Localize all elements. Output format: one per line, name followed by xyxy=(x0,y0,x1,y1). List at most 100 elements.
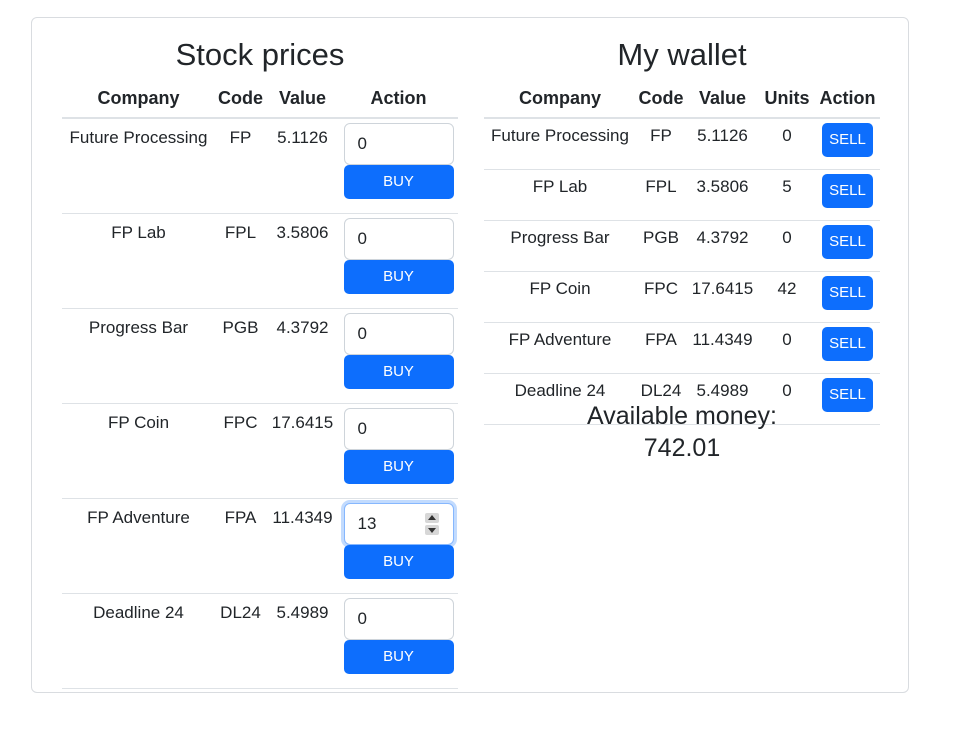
table-row: FP Coin FPC 17.6415 0 BUY xyxy=(62,403,458,499)
table-row: FP Adventure FPA 11.4349 0 SELL xyxy=(484,322,880,374)
value-cell: 11.4349 xyxy=(686,322,759,374)
column-header-company: Company xyxy=(484,80,636,119)
column-header-action: Action xyxy=(339,80,458,119)
code-cell: FPC xyxy=(636,271,686,323)
action-cell: 0 BUY xyxy=(339,213,458,309)
table-row: FP Lab FPL 3.5806 0 BUY xyxy=(62,213,458,309)
sell-button[interactable]: SELL xyxy=(822,123,873,157)
quantity-input[interactable]: 0 xyxy=(343,123,454,165)
action-cell: SELL xyxy=(815,118,880,170)
action-cell: 0 BUY xyxy=(339,593,458,689)
company-cell: Deadline 24 xyxy=(62,593,215,689)
value-cell: 5.1126 xyxy=(686,118,759,170)
wallet-header-row: Company Code Value Units Action xyxy=(484,80,880,119)
quantity-value: 0 xyxy=(357,419,367,438)
sell-button[interactable]: SELL xyxy=(822,225,873,259)
quantity-input[interactable]: 0 xyxy=(343,408,454,450)
units-cell: 0 xyxy=(759,220,815,272)
units-cell: 42 xyxy=(759,271,815,323)
table-row: Future Processing FP 5.1126 0 SELL xyxy=(484,118,880,170)
units-cell: 0 xyxy=(759,118,815,170)
quantity-value: 13 xyxy=(357,514,377,533)
units-cell: 0 xyxy=(759,322,815,374)
code-cell: FPL xyxy=(215,213,266,309)
code-cell: FP xyxy=(636,118,686,170)
action-cell: SELL xyxy=(815,322,880,374)
column-header-code: Code xyxy=(636,80,686,119)
buy-button[interactable]: BUY xyxy=(343,450,454,484)
value-cell: 11.4349 xyxy=(266,498,339,594)
wallet-panel: My wallet Company Code Value Units Actio… xyxy=(484,30,880,425)
spinner-up-icon[interactable] xyxy=(424,513,439,523)
value-cell: 4.3792 xyxy=(686,220,759,272)
value-cell: 5.4989 xyxy=(266,593,339,689)
value-cell: 4.3792 xyxy=(266,308,339,404)
number-spinner[interactable] xyxy=(424,513,439,535)
company-cell: Progress Bar xyxy=(62,308,215,404)
buy-button[interactable]: BUY xyxy=(343,260,454,294)
table-row: Deadline 24 DL24 5.4989 0 BUY xyxy=(62,593,458,689)
action-cell: 0 BUY xyxy=(339,403,458,499)
available-money-value: 742.01 xyxy=(643,434,721,462)
table-row: FP Adventure FPA 11.4349 13 BUY xyxy=(62,498,458,594)
stock-prices-title: Stock prices xyxy=(175,37,345,72)
quantity-input[interactable]: 0 xyxy=(343,598,454,640)
code-cell: PGB xyxy=(215,308,266,404)
column-header-company: Company xyxy=(62,80,215,119)
spinner-down-icon[interactable] xyxy=(424,525,439,535)
value-cell: 17.6415 xyxy=(686,271,759,323)
quantity-value: 0 xyxy=(357,134,367,153)
company-cell: FP Coin xyxy=(484,271,636,323)
buy-button[interactable]: BUY xyxy=(343,640,454,674)
units-cell: 5 xyxy=(759,169,815,221)
sell-button[interactable]: SELL xyxy=(822,276,873,310)
table-row: Progress Bar PGB 4.3792 0 BUY xyxy=(62,308,458,404)
company-cell: Progress Bar xyxy=(484,220,636,272)
code-cell: DL24 xyxy=(215,593,266,689)
stock-prices-table: Company Code Value Action Future Process… xyxy=(62,80,458,689)
sell-button[interactable]: SELL xyxy=(822,174,873,208)
quantity-value: 0 xyxy=(357,609,367,628)
stock-prices-panel: Stock prices Company Code Value Action F… xyxy=(62,30,458,689)
company-cell: FP Lab xyxy=(62,213,215,309)
wallet-table: Company Code Value Units Action Future P… xyxy=(484,80,880,425)
action-cell: SELL xyxy=(815,220,880,272)
action-cell: 0 BUY xyxy=(339,308,458,404)
company-cell: Future Processing xyxy=(484,118,636,170)
action-cell: SELL xyxy=(815,271,880,323)
code-cell: FPA xyxy=(215,498,266,594)
column-header-value: Value xyxy=(266,80,339,119)
code-cell: FPL xyxy=(636,169,686,221)
available-money: Available money: 742.01 xyxy=(484,400,880,464)
available-money-label: Available money: xyxy=(587,402,777,430)
column-header-value: Value xyxy=(686,80,759,119)
wallet-title: My wallet xyxy=(617,37,747,72)
value-cell: 17.6415 xyxy=(266,403,339,499)
company-cell: FP Adventure xyxy=(484,322,636,374)
table-row: Future Processing FP 5.1126 0 BUY xyxy=(62,118,458,214)
quantity-value: 0 xyxy=(357,324,367,343)
quantity-input[interactable]: 0 xyxy=(343,218,454,260)
quantity-input[interactable]: 13 xyxy=(343,503,454,545)
company-cell: Future Processing xyxy=(62,118,215,214)
buy-button[interactable]: BUY xyxy=(343,545,454,579)
code-cell: PGB xyxy=(636,220,686,272)
code-cell: FPA xyxy=(636,322,686,374)
action-cell: 13 BUY xyxy=(339,498,458,594)
column-header-units: Units xyxy=(759,80,815,119)
buy-button[interactable]: BUY xyxy=(343,165,454,199)
buy-button[interactable]: BUY xyxy=(343,355,454,389)
value-cell: 3.5806 xyxy=(266,213,339,309)
company-cell: FP Coin xyxy=(62,403,215,499)
company-cell: FP Adventure xyxy=(62,498,215,594)
quantity-input[interactable]: 0 xyxy=(343,313,454,355)
action-cell: SELL xyxy=(815,169,880,221)
code-cell: FP xyxy=(215,118,266,214)
company-cell: FP Lab xyxy=(484,169,636,221)
quantity-value: 0 xyxy=(357,229,367,248)
value-cell: 3.5806 xyxy=(686,169,759,221)
table-row: FP Lab FPL 3.5806 5 SELL xyxy=(484,169,880,221)
code-cell: FPC xyxy=(215,403,266,499)
column-header-code: Code xyxy=(215,80,266,119)
sell-button[interactable]: SELL xyxy=(822,327,873,361)
